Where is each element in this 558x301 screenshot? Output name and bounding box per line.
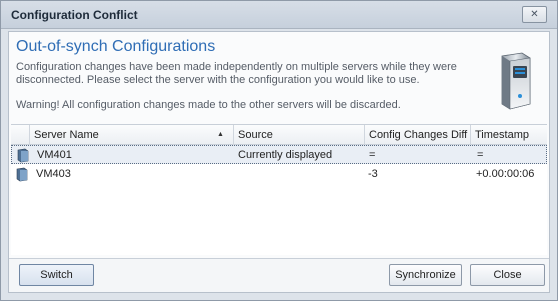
description-text: Configuration changes have been made ind… bbox=[16, 61, 457, 86]
server-tower-icon bbox=[501, 52, 531, 110]
close-button[interactable]: Close bbox=[470, 264, 545, 286]
column-source[interactable]: Source bbox=[233, 125, 364, 145]
dialog-content: Out-of-synch Configurations Configuratio… bbox=[8, 31, 550, 293]
server-name-cell: VM403 bbox=[36, 168, 71, 180]
table-header: Server Name ▲ Source Config Changes Diff… bbox=[11, 125, 547, 161]
server-icon bbox=[17, 148, 29, 163]
server-icon bbox=[16, 167, 28, 182]
configuration-conflict-dialog: Configuration Conflict ✕ Out-of-synch Co… bbox=[0, 0, 558, 301]
servers-table: Server Name ▲ Source Config Changes Diff… bbox=[11, 124, 547, 255]
page-title: Out-of-synch Configurations bbox=[16, 38, 216, 55]
button-bar: Switch Synchronize Close bbox=[9, 258, 549, 292]
server-name-cell: VM401 bbox=[37, 149, 72, 161]
config-diff-cell: = bbox=[369, 149, 376, 161]
warning-text: Warning! All configuration changes made … bbox=[16, 99, 401, 111]
switch-button[interactable]: Switch bbox=[19, 264, 94, 286]
synchronize-button[interactable]: Synchronize bbox=[389, 264, 462, 286]
timestamp-diff-cell: +0.00:00:06 bbox=[476, 168, 535, 180]
column-config-changes-diff[interactable]: Config Changes Diff bbox=[364, 125, 470, 145]
close-icon[interactable]: ✕ bbox=[522, 6, 547, 23]
title-bar[interactable]: Configuration Conflict ✕ bbox=[1, 1, 557, 29]
timestamp-diff-cell: = bbox=[477, 149, 484, 161]
table-row[interactable]: VM403 -3 +0.00:00:06 bbox=[11, 165, 547, 184]
config-diff-cell: -3 bbox=[368, 168, 378, 180]
column-server-name[interactable]: Server Name bbox=[29, 125, 233, 145]
table-row[interactable]: VM401 Currently displayed = = bbox=[11, 145, 547, 164]
sort-ascending-icon: ▲ bbox=[217, 131, 224, 138]
column-timestamp-diff[interactable]: Timestamp Diff bbox=[470, 125, 547, 161]
source-cell: Currently displayed bbox=[238, 149, 333, 161]
header-area: Out-of-synch Configurations Configuratio… bbox=[9, 32, 549, 120]
source-cell bbox=[233, 165, 237, 184]
icon-column-header bbox=[11, 125, 29, 145]
dialog-title: Configuration Conflict bbox=[11, 8, 138, 22]
